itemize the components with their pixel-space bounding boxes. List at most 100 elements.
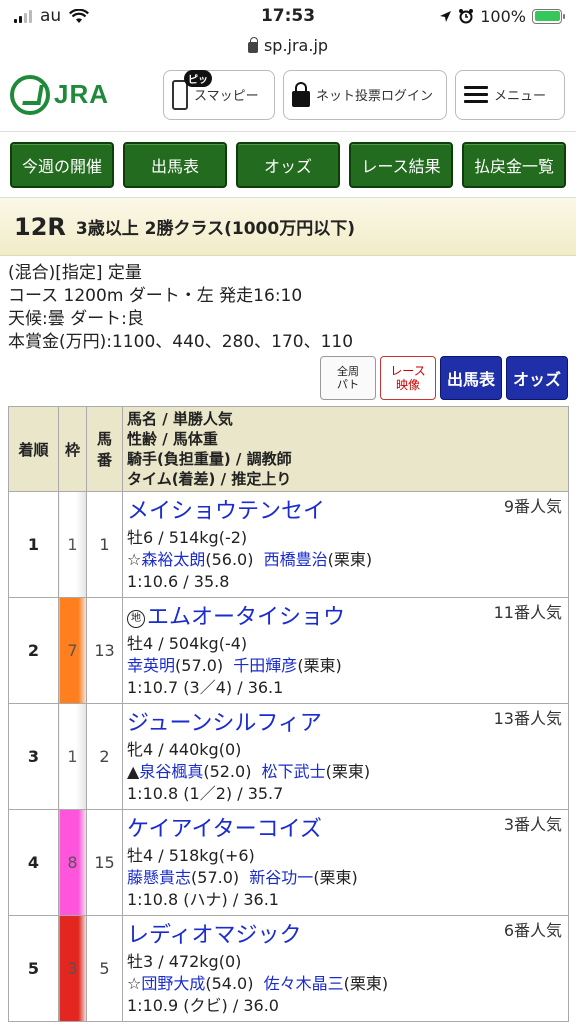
trainer-link[interactable]: 松下武士 <box>262 762 326 781</box>
race-prize: 本賞金(万円):1100、440、280、170、110 <box>8 332 354 352</box>
jockey-link[interactable]: 幸英明 <box>127 656 175 675</box>
trainer-link[interactable]: 千田輝彦 <box>233 656 297 675</box>
race-info: (混合)[指定] 定量 コース 1200m ダート・左 発走16:10 天候:曇… <box>0 256 576 354</box>
finish-position: 3 <box>8 703 59 810</box>
finish-position: 5 <box>8 915 59 1022</box>
signal-icon <box>14 9 32 23</box>
popularity: 6番人気 <box>503 921 562 940</box>
jockey-link[interactable]: 森裕太朗 <box>141 550 205 569</box>
address-bar[interactable]: sp.jra.jp <box>0 32 576 58</box>
finish-position: 2 <box>8 597 59 704</box>
horse-number: 1 <box>86 491 123 598</box>
race-title-bar: 12R 3歳以上 2勝クラス(1000万円以下) <box>0 198 576 256</box>
nav-race-results[interactable]: レース結果 <box>349 141 453 188</box>
alarm-icon <box>459 9 474 24</box>
trainer-link[interactable]: 西橋豊治 <box>264 550 328 569</box>
race-number: 12R <box>14 212 66 241</box>
horse-number: 2 <box>86 703 123 810</box>
stable: (栗東) <box>343 973 389 993</box>
time-and-last3f: 1:10.8 (ハナ) / 36.1 <box>127 889 279 909</box>
race-video-button[interactable]: レース 映像 <box>380 356 436 400</box>
header-details-4: タイム(着差) / 推定上り <box>127 470 292 488</box>
nav-payouts[interactable]: 払戻金一覧 <box>462 141 566 188</box>
horse-name-link[interactable]: メイショウテンセイ <box>127 499 325 524</box>
patrol-label-2: パト <box>336 378 360 391</box>
entries-button[interactable]: 出馬表 <box>440 356 502 400</box>
race-action-buttons: 全周 パト レース 映像 出馬表 オッズ <box>0 354 576 406</box>
popularity: 3番人気 <box>503 815 562 834</box>
sex-age-weight: 牡4 / 518kg(+6) <box>127 845 255 865</box>
jockey-link[interactable]: 団野大成 <box>141 974 205 993</box>
menu-label: メニュー <box>494 89 547 104</box>
results-header-row: 着順 枠 馬番 馬名 / 単勝人気 性齢 / 馬体重 騎手(負担重量) / 調教… <box>8 406 569 492</box>
time-and-last3f: 1:10.7 (3／4) / 36.1 <box>127 677 284 697</box>
lock-icon <box>247 36 258 53</box>
header-details-2: 性齢 / 馬体重 <box>127 430 218 448</box>
logo-text: JRA <box>54 79 110 109</box>
horse-logo-icon <box>10 74 50 115</box>
sex-age-weight: 牝4 / 440kg(0) <box>127 739 242 759</box>
net-vote-login-button[interactable]: ネット投票ログイン <box>283 69 447 120</box>
waku-number: 3 <box>58 915 87 1022</box>
jockey-mark: ☆ <box>127 973 142 993</box>
stable: (栗東) <box>313 867 358 887</box>
login-label: ネット投票ログイン <box>316 89 434 104</box>
patrol-label-1: 全周 <box>337 365 359 378</box>
waku-number: 1 <box>58 491 87 598</box>
jockey-weight: (56.0) <box>205 549 254 569</box>
nav-this-week[interactable]: 今週の開催 <box>10 141 114 188</box>
popularity: 13番人気 <box>493 709 562 728</box>
status-bar: au 17:53 100% <box>0 0 576 32</box>
result-row: 4 8 15 3番人気 ケイアイターコイズ 牡4 / 518kg(+6) 藤懸貴志(57.0… <box>8 809 569 916</box>
odds-button[interactable]: オッズ <box>506 356 568 400</box>
jockey-weight: (57.0) <box>175 655 224 675</box>
nav-entries[interactable]: 出馬表 <box>123 141 227 188</box>
main-nav: 今週の開催 出馬表 オッズ レース結果 払戻金一覧 <box>0 132 576 198</box>
horse-details: 3番人気 ケイアイターコイズ 牡4 / 518kg(+6) 藤懸貴志(57.0) 新谷… <box>122 809 569 916</box>
smappy-label: スマッピー <box>194 89 259 104</box>
wifi-icon <box>69 8 90 23</box>
patrol-video-button[interactable]: 全周 パト <box>320 356 376 400</box>
finish-position: 4 <box>8 809 59 916</box>
hamburger-icon <box>464 86 488 103</box>
video-label-1: レース <box>390 364 426 378</box>
horse-details: 6番人気 レディオマジック 牡3 / 472kg(0) ☆団野大成(54.0) 佐々木… <box>122 915 569 1022</box>
lock-icon <box>292 81 310 107</box>
header-details: 馬名 / 単勝人気 性齢 / 馬体重 騎手(負担重量) / 調教師 タイム(着差… <box>122 406 569 492</box>
horse-name-link[interactable]: ケイアイターコイズ <box>127 817 322 842</box>
jra-logo[interactable]: JRA <box>10 74 155 115</box>
result-row: 5 3 5 6番人気 レディオマジック 牡3 / 472kg(0) ☆団野大成(54.0) … <box>8 915 569 1022</box>
smappy-button[interactable]: ピッ スマッピー <box>163 69 275 120</box>
battery-percent: 100% <box>480 6 526 26</box>
jockey-weight: (52.0) <box>203 761 252 781</box>
popularity: 11番人気 <box>493 603 562 622</box>
header-uma-1: 馬 <box>96 430 112 448</box>
horse-name-link[interactable]: ジューンシルフィア <box>127 711 322 736</box>
phone-icon: ピッ <box>172 69 212 110</box>
nav-odds[interactable]: オッズ <box>236 141 340 188</box>
url-text: sp.jra.jp <box>263 35 329 55</box>
waku-number: 1 <box>58 703 87 810</box>
horse-number: 13 <box>86 597 123 704</box>
location-icon <box>440 10 452 22</box>
status-left: au <box>14 6 194 26</box>
horse-name-link[interactable]: エムオータイショウ <box>147 605 345 630</box>
stable: (栗東) <box>297 655 342 675</box>
horse-number: 5 <box>86 915 123 1022</box>
menu-button[interactable]: メニュー <box>455 69 565 120</box>
status-right: 100% <box>382 6 565 26</box>
horse-name-link[interactable]: レディオマジック <box>127 923 301 948</box>
jockey-link[interactable]: 藤懸貴志 <box>127 868 191 887</box>
horse-number: 15 <box>86 809 123 916</box>
popularity: 9番人気 <box>503 497 562 516</box>
jockey-link[interactable]: 泉谷楓真 <box>139 762 203 781</box>
sex-age-weight: 牡3 / 472kg(0) <box>127 951 242 971</box>
sex-age-weight: 牡4 / 504kg(-4) <box>127 633 248 653</box>
carrier-label: au <box>40 6 62 26</box>
trainer-link[interactable]: 新谷功一 <box>249 868 313 887</box>
header-rank: 着順 <box>8 406 59 492</box>
jockey-mark: ▲ <box>127 761 140 781</box>
trainer-link[interactable]: 佐々木晶三 <box>264 974 344 993</box>
header-details-3: 騎手(負担重量) / 調教師 <box>127 450 292 468</box>
header-details-1: 馬名 / 単勝人気 <box>127 410 233 428</box>
